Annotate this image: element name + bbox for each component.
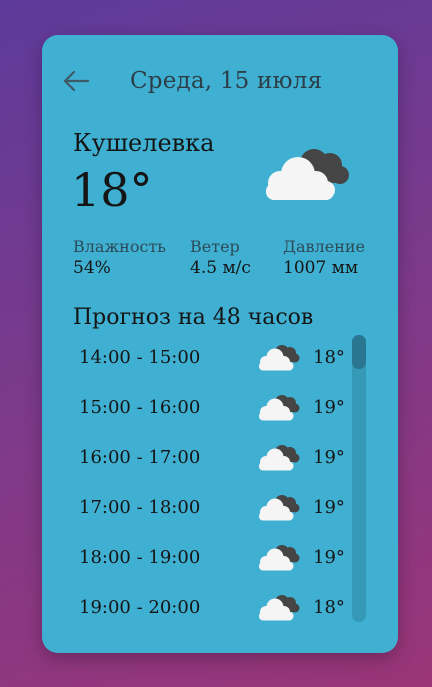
forecast-row: 18:00 - 19:00 19°: [66, 535, 366, 585]
forecast-temp: 19°: [313, 547, 345, 568]
pressure-value: 1007 мм: [283, 258, 359, 278]
arrow-left-icon[interactable]: [62, 69, 92, 93]
forecast-temp: 19°: [313, 447, 345, 468]
date-title: Среда, 15 июля: [130, 68, 323, 94]
humidity-value: 54%: [73, 258, 111, 278]
forecast-time: 16:00 - 17:00: [79, 447, 201, 468]
forecast-row: 14:00 - 15:00 18°: [66, 335, 366, 385]
weather-card: Среда, 15 июля Кушелевка 18° Влажность 5…: [42, 35, 398, 653]
forecast-time: 19:00 - 20:00: [79, 597, 201, 618]
humidity-label: Влажность: [73, 237, 166, 256]
cloudy-icon: [259, 545, 300, 571]
forecast-temp: 18°: [313, 347, 345, 368]
forecast-time: 15:00 - 16:00: [79, 397, 201, 418]
forecast-list[interactable]: 14:00 - 15:00 18° 15:00 - 16:00 19° 16:0…: [66, 335, 366, 625]
scrollbar-track[interactable]: [352, 335, 366, 622]
forecast-row: 17:00 - 18:00 19°: [66, 485, 366, 535]
cloudy-icon: [259, 595, 300, 621]
wind-stat: Ветер 4.5 м/с: [190, 237, 251, 278]
forecast-time: 17:00 - 18:00: [79, 497, 201, 518]
forecast-temp: 19°: [313, 497, 345, 518]
forecast-row: 15:00 - 16:00 19°: [66, 385, 366, 435]
pressure-stat: Давление 1007 мм: [283, 237, 365, 278]
forecast-temp: 18°: [313, 597, 345, 618]
city-name: Кушелевка: [73, 129, 215, 157]
forecast-time: 18:00 - 19:00: [79, 547, 201, 568]
scrollbar-thumb[interactable]: [352, 335, 366, 369]
current-temperature: 18°: [71, 163, 153, 217]
forecast-row: 16:00 - 17:00 19°: [66, 435, 366, 485]
cloudy-icon: [266, 149, 349, 200]
forecast-row: 19:00 - 20:00 18°: [66, 585, 366, 625]
forecast-title: Прогноз на 48 часов: [73, 305, 314, 330]
wind-value: 4.5 м/с: [190, 258, 251, 278]
forecast-temp: 19°: [313, 397, 345, 418]
cloudy-icon: [259, 495, 300, 521]
cloudy-icon: [259, 345, 300, 371]
humidity-stat: Влажность 54%: [73, 237, 166, 278]
pressure-label: Давление: [283, 237, 365, 256]
cloudy-icon: [259, 395, 300, 421]
forecast-time: 14:00 - 15:00: [79, 347, 201, 368]
cloudy-icon: [259, 445, 300, 471]
wind-label: Ветер: [190, 237, 240, 256]
